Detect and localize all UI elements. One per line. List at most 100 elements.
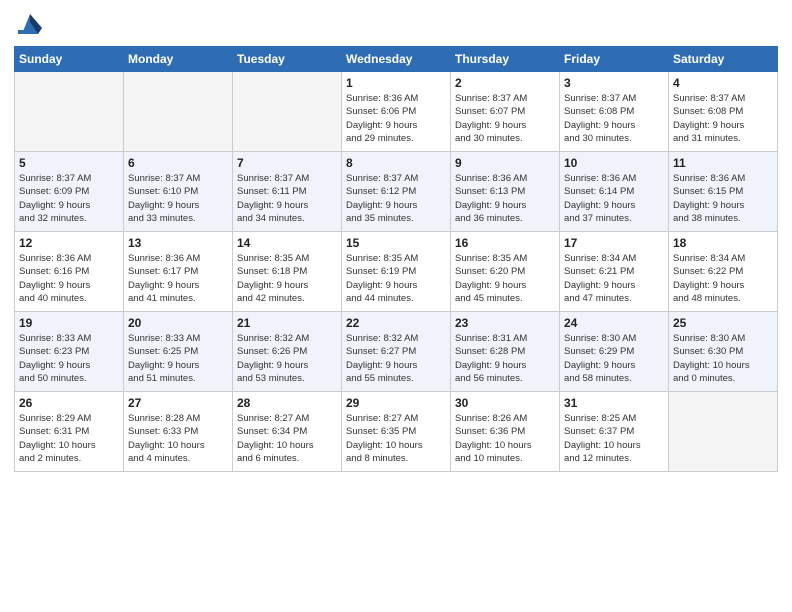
day-number: 24 xyxy=(564,316,664,330)
calendar-cell: 26 Sunrise: 8:29 AMSunset: 6:31 PMDayligh… xyxy=(15,392,124,472)
day-number: 14 xyxy=(237,236,337,250)
day-info: Sunrise: 8:36 AMSunset: 6:16 PMDaylight:… xyxy=(19,252,119,305)
calendar-cell: 25 Sunrise: 8:30 AMSunset: 6:30 PMDayligh… xyxy=(669,312,778,392)
day-info: Sunrise: 8:37 AMSunset: 6:12 PMDaylight:… xyxy=(346,172,446,225)
day-info: Sunrise: 8:31 AMSunset: 6:28 PMDaylight:… xyxy=(455,332,555,385)
calendar-cell: 5 Sunrise: 8:37 AMSunset: 6:09 PMDaylight… xyxy=(15,152,124,232)
calendar-cell: 4 Sunrise: 8:37 AMSunset: 6:08 PMDaylight… xyxy=(669,72,778,152)
day-info: Sunrise: 8:36 AMSunset: 6:17 PMDaylight:… xyxy=(128,252,228,305)
weekday-header-tuesday: Tuesday xyxy=(233,47,342,72)
logo xyxy=(14,10,48,38)
calendar-cell: 18 Sunrise: 8:34 AMSunset: 6:22 PMDayligh… xyxy=(669,232,778,312)
calendar-cell: 22Sunrise: 8:32 AMSunset: 6:27 PMDayligh… xyxy=(342,312,451,392)
day-number: 13 xyxy=(128,236,228,250)
day-number: 28 xyxy=(237,396,337,410)
day-info: Sunrise: 8:26 AMSunset: 6:36 PMDaylight:… xyxy=(455,412,555,465)
day-info: Sunrise: 8:29 AMSunset: 6:31 PMDaylight:… xyxy=(19,412,119,465)
day-info: Sunrise: 8:37 AMSunset: 6:08 PMDaylight:… xyxy=(564,92,664,145)
calendar-cell xyxy=(233,72,342,152)
weekday-header-thursday: Thursday xyxy=(451,47,560,72)
day-number: 25 xyxy=(673,316,773,330)
day-info: Sunrise: 8:35 AMSunset: 6:19 PMDaylight:… xyxy=(346,252,446,305)
day-number: 6 xyxy=(128,156,228,170)
day-number: 22 xyxy=(346,316,446,330)
calendar: SundayMondayTuesdayWednesdayThursdayFrid… xyxy=(14,46,778,472)
week-row-2: 5 Sunrise: 8:37 AMSunset: 6:09 PMDaylight… xyxy=(15,152,778,232)
day-info: Sunrise: 8:33 AMSunset: 6:25 PMDaylight:… xyxy=(128,332,228,385)
day-number: 18 xyxy=(673,236,773,250)
logo-icon xyxy=(14,10,46,38)
day-info: Sunrise: 8:34 AMSunset: 6:21 PMDaylight:… xyxy=(564,252,664,305)
calendar-cell: 16 Sunrise: 8:35 AMSunset: 6:20 PMDayligh… xyxy=(451,232,560,312)
calendar-cell: 2Sunrise: 8:37 AMSunset: 6:07 PMDaylight… xyxy=(451,72,560,152)
day-info: Sunrise: 8:36 AMSunset: 6:14 PMDaylight:… xyxy=(564,172,664,225)
header xyxy=(14,10,778,38)
day-info: Sunrise: 8:34 AMSunset: 6:22 PMDaylight:… xyxy=(673,252,773,305)
day-number: 21 xyxy=(237,316,337,330)
day-number: 27 xyxy=(128,396,228,410)
day-info: Sunrise: 8:37 AMSunset: 6:09 PMDaylight:… xyxy=(19,172,119,225)
calendar-cell: 30 Sunrise: 8:26 AMSunset: 6:36 PMDayligh… xyxy=(451,392,560,472)
calendar-cell: 12Sunrise: 8:36 AMSunset: 6:16 PMDayligh… xyxy=(15,232,124,312)
calendar-cell: 11 Sunrise: 8:36 AMSunset: 6:15 PMDayligh… xyxy=(669,152,778,232)
day-number: 29 xyxy=(346,396,446,410)
page: SundayMondayTuesdayWednesdayThursdayFrid… xyxy=(0,0,792,612)
day-number: 9 xyxy=(455,156,555,170)
day-number: 7 xyxy=(237,156,337,170)
day-number: 15 xyxy=(346,236,446,250)
calendar-cell: 28 Sunrise: 8:27 AMSunset: 6:34 PMDayligh… xyxy=(233,392,342,472)
day-number: 5 xyxy=(19,156,119,170)
calendar-cell: 19 Sunrise: 8:33 AMSunset: 6:23 PMDayligh… xyxy=(15,312,124,392)
calendar-cell: 20 Sunrise: 8:33 AMSunset: 6:25 PMDayligh… xyxy=(124,312,233,392)
calendar-cell: 14 Sunrise: 8:35 AMSunset: 6:18 PMDayligh… xyxy=(233,232,342,312)
calendar-cell: 3 Sunrise: 8:37 AMSunset: 6:08 PMDaylight… xyxy=(560,72,669,152)
day-number: 3 xyxy=(564,76,664,90)
calendar-cell: 31 Sunrise: 8:25 AMSunset: 6:37 PMDayligh… xyxy=(560,392,669,472)
day-info: Sunrise: 8:37 AMSunset: 6:08 PMDaylight:… xyxy=(673,92,773,145)
day-info: Sunrise: 8:27 AMSunset: 6:35 PMDaylight:… xyxy=(346,412,446,465)
day-number: 11 xyxy=(673,156,773,170)
day-info: Sunrise: 8:37 AMSunset: 6:11 PMDaylight:… xyxy=(237,172,337,225)
day-number: 10 xyxy=(564,156,664,170)
weekday-header-monday: Monday xyxy=(124,47,233,72)
day-number: 19 xyxy=(19,316,119,330)
calendar-cell: 21 Sunrise: 8:32 AMSunset: 6:26 PMDayligh… xyxy=(233,312,342,392)
weekday-header-friday: Friday xyxy=(560,47,669,72)
calendar-cell: 10 Sunrise: 8:36 AMSunset: 6:14 PMDayligh… xyxy=(560,152,669,232)
calendar-cell: 15 Sunrise: 8:35 AMSunset: 6:19 PMDayligh… xyxy=(342,232,451,312)
calendar-cell: 27 Sunrise: 8:28 AMSunset: 6:33 PMDayligh… xyxy=(124,392,233,472)
day-info: Sunrise: 8:37 AMSunset: 6:10 PMDaylight:… xyxy=(128,172,228,225)
day-number: 4 xyxy=(673,76,773,90)
day-number: 31 xyxy=(564,396,664,410)
day-info: Sunrise: 8:25 AMSunset: 6:37 PMDaylight:… xyxy=(564,412,664,465)
calendar-cell: 13 Sunrise: 8:36 AMSunset: 6:17 PMDayligh… xyxy=(124,232,233,312)
day-info: Sunrise: 8:30 AMSunset: 6:30 PMDaylight:… xyxy=(673,332,773,385)
day-number: 30 xyxy=(455,396,555,410)
day-number: 20 xyxy=(128,316,228,330)
weekday-header-saturday: Saturday xyxy=(669,47,778,72)
day-number: 26 xyxy=(19,396,119,410)
day-number: 23 xyxy=(455,316,555,330)
day-number: 8 xyxy=(346,156,446,170)
day-info: Sunrise: 8:35 AMSunset: 6:18 PMDaylight:… xyxy=(237,252,337,305)
day-info: Sunrise: 8:33 AMSunset: 6:23 PMDaylight:… xyxy=(19,332,119,385)
day-info: Sunrise: 8:36 AMSunset: 6:06 PMDaylight:… xyxy=(346,92,446,145)
calendar-cell xyxy=(669,392,778,472)
calendar-cell xyxy=(124,72,233,152)
day-info: Sunrise: 8:36 AMSunset: 6:15 PMDaylight:… xyxy=(673,172,773,225)
day-info: Sunrise: 8:28 AMSunset: 6:33 PMDaylight:… xyxy=(128,412,228,465)
day-number: 16 xyxy=(455,236,555,250)
calendar-cell: 1Sunrise: 8:36 AMSunset: 6:06 PMDaylight… xyxy=(342,72,451,152)
day-number: 17 xyxy=(564,236,664,250)
calendar-cell: 7 Sunrise: 8:37 AMSunset: 6:11 PMDaylight… xyxy=(233,152,342,232)
day-info: Sunrise: 8:27 AMSunset: 6:34 PMDaylight:… xyxy=(237,412,337,465)
day-info: Sunrise: 8:37 AMSunset: 6:07 PMDaylight:… xyxy=(455,92,555,145)
calendar-cell: 24Sunrise: 8:30 AMSunset: 6:29 PMDayligh… xyxy=(560,312,669,392)
calendar-cell: 6 Sunrise: 8:37 AMSunset: 6:10 PMDaylight… xyxy=(124,152,233,232)
day-info: Sunrise: 8:36 AMSunset: 6:13 PMDaylight:… xyxy=(455,172,555,225)
weekday-header-wednesday: Wednesday xyxy=(342,47,451,72)
day-info: Sunrise: 8:32 AMSunset: 6:26 PMDaylight:… xyxy=(237,332,337,385)
day-info: Sunrise: 8:35 AMSunset: 6:20 PMDaylight:… xyxy=(455,252,555,305)
calendar-cell: 23 Sunrise: 8:31 AMSunset: 6:28 PMDayligh… xyxy=(451,312,560,392)
week-row-1: 1Sunrise: 8:36 AMSunset: 6:06 PMDaylight… xyxy=(15,72,778,152)
